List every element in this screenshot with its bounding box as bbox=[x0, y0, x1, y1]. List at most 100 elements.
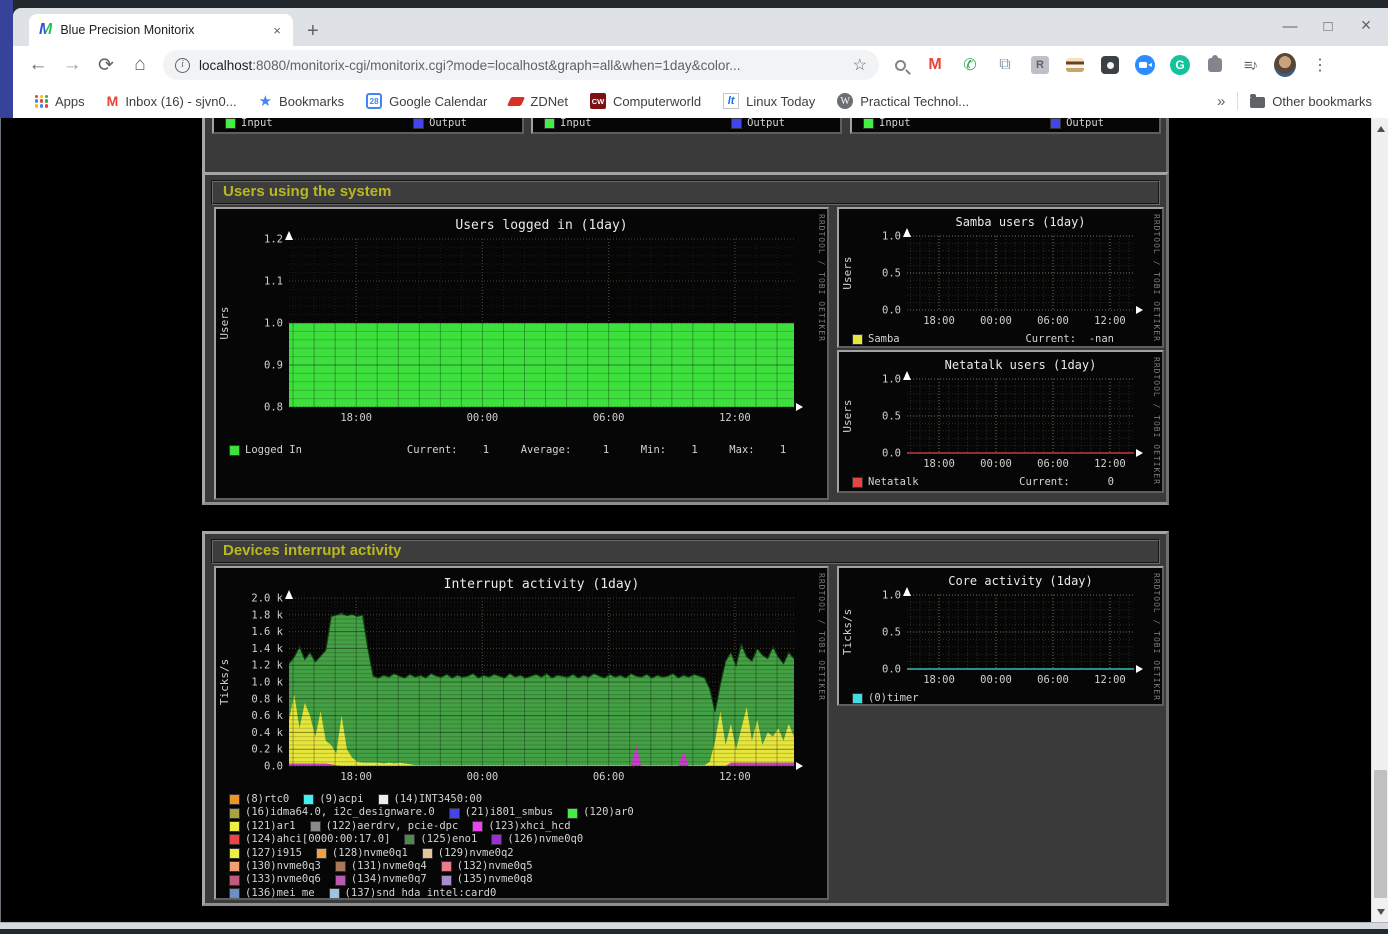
bookmark-apps[interactable]: Apps bbox=[35, 94, 85, 109]
svg-text:18:00: 18:00 bbox=[340, 412, 372, 424]
desktop-background bbox=[0, 0, 13, 120]
svg-text:0.5: 0.5 bbox=[882, 411, 901, 423]
legend-swatch bbox=[379, 795, 388, 804]
svg-text:06:00: 06:00 bbox=[593, 771, 625, 783]
calendar-icon: 28 bbox=[366, 93, 382, 109]
voice-extension-icon[interactable]: ✆ bbox=[959, 54, 981, 76]
extensions-puzzle-icon[interactable] bbox=[1204, 54, 1226, 76]
wordpress-icon: W bbox=[837, 93, 853, 109]
bookmark-star-icon[interactable]: ☆ bbox=[853, 55, 867, 75]
svg-text:0.8 k: 0.8 k bbox=[251, 693, 283, 705]
legend-swatch bbox=[442, 862, 451, 871]
legend-swatch bbox=[230, 795, 239, 804]
linux-today-icon: lt bbox=[723, 93, 739, 109]
svg-text:18:00: 18:00 bbox=[923, 458, 955, 469]
bookmark-bookmarks[interactable]: ★ Bookmarks bbox=[259, 92, 344, 110]
bookmark-google-calendar[interactable]: 28 Google Calendar bbox=[366, 93, 487, 109]
legend-swatch bbox=[442, 876, 451, 885]
netatalk-users-graph: Netatalk users (1day)Users0.00.51.018:00… bbox=[837, 350, 1164, 493]
users-section-title: Users using the system bbox=[211, 180, 1160, 205]
browser-tab[interactable]: M Blue Precision Monitorix × bbox=[29, 14, 293, 46]
bookmarks-overflow-chevron[interactable]: » bbox=[1217, 93, 1225, 110]
keep-extension-icon[interactable] bbox=[1099, 54, 1121, 76]
scrollbar-thumb[interactable] bbox=[1374, 770, 1387, 898]
svg-text:1.0: 1.0 bbox=[882, 231, 901, 243]
profile-avatar[interactable] bbox=[1274, 54, 1296, 76]
window-bottom-edge bbox=[0, 922, 1388, 929]
svg-text:Users: Users bbox=[218, 306, 231, 339]
legend-swatch bbox=[450, 809, 459, 818]
monitorix-favicon: M bbox=[39, 21, 52, 39]
reader-extension-icon[interactable]: R bbox=[1029, 54, 1051, 76]
svg-text:1.0: 1.0 bbox=[882, 590, 901, 602]
legend-swatch bbox=[492, 835, 501, 844]
svg-text:Ticks/s: Ticks/s bbox=[218, 659, 231, 705]
output-swatch bbox=[732, 119, 741, 128]
svg-text:18:00: 18:00 bbox=[923, 315, 955, 326]
zdnet-icon bbox=[507, 97, 525, 106]
bookmark-zdnet[interactable]: ZDNet bbox=[509, 94, 568, 109]
back-icon[interactable]: ← bbox=[21, 54, 55, 76]
grammarly-extension-icon[interactable]: G bbox=[1169, 54, 1191, 76]
svg-text:06:00: 06:00 bbox=[1037, 315, 1069, 326]
svg-text:Users logged in (1day): Users logged in (1day) bbox=[455, 218, 627, 233]
page-scrollbar[interactable] bbox=[1371, 118, 1388, 922]
svg-text:1.0: 1.0 bbox=[882, 374, 901, 386]
smores-extension-icon[interactable] bbox=[1064, 54, 1086, 76]
search-extension-icon[interactable] bbox=[889, 54, 911, 76]
svg-text:06:00: 06:00 bbox=[593, 412, 625, 424]
address-bar[interactable]: i localhost:8080/monitorix-cgi/monitorix… bbox=[163, 50, 879, 80]
bookmark-practical-technology[interactable]: W Practical Technol... bbox=[837, 93, 969, 109]
folder-icon bbox=[1250, 97, 1265, 108]
scroll-up-arrow[interactable] bbox=[1372, 120, 1388, 137]
gmail-extension-icon[interactable]: M bbox=[924, 54, 946, 76]
legend-swatch bbox=[473, 822, 482, 831]
bookmark-computerworld[interactable]: CW Computerworld bbox=[590, 93, 701, 109]
forward-icon[interactable]: → bbox=[55, 54, 89, 76]
browser-menu-icon[interactable]: ⋮ bbox=[1309, 54, 1331, 76]
svg-text:1.2: 1.2 bbox=[264, 234, 283, 246]
window-maximize-button[interactable]: □ bbox=[1320, 18, 1336, 35]
url-text[interactable]: localhost:8080/monitorix-cgi/monitorix.c… bbox=[199, 58, 845, 73]
users-section: Users using the system Users logged in (… bbox=[202, 172, 1169, 505]
rrdtool-watermark: RRDTOOL / TOBI OETIKER bbox=[1152, 573, 1161, 701]
magnifier-icon bbox=[895, 60, 906, 71]
svg-text:2.0 k: 2.0 k bbox=[251, 593, 283, 605]
window-close-button[interactable]: × bbox=[1358, 18, 1374, 35]
svg-text:0.2 k: 0.2 k bbox=[251, 744, 283, 756]
bookmark-inbox[interactable]: M Inbox (16) - sjvn0... bbox=[107, 93, 237, 109]
svg-text:06:00: 06:00 bbox=[1037, 458, 1069, 469]
reload-icon[interactable]: ⟳ bbox=[89, 54, 123, 77]
legend-swatch bbox=[853, 478, 862, 487]
window-minimize-button[interactable]: — bbox=[1282, 18, 1298, 35]
svg-text:0.0: 0.0 bbox=[264, 761, 283, 773]
rrdtool-watermark: RRDTOOL / TOBI OETIKER bbox=[817, 214, 826, 342]
svg-text:1.2 k: 1.2 k bbox=[251, 660, 283, 672]
home-icon[interactable]: ⌂ bbox=[123, 54, 157, 76]
bookmark-linux-today[interactable]: lt Linux Today bbox=[723, 93, 815, 109]
playlist-icon[interactable]: ≡♪ bbox=[1239, 54, 1261, 76]
samba_users-legend: SambaCurrent: -nan bbox=[839, 333, 1162, 346]
svg-text:00:00: 00:00 bbox=[467, 771, 499, 783]
new-tab-button[interactable]: + bbox=[307, 20, 319, 43]
legend-swatch bbox=[230, 849, 239, 858]
scroll-down-arrow[interactable] bbox=[1372, 903, 1388, 920]
svg-text:12:00: 12:00 bbox=[1094, 315, 1126, 326]
svg-text:Netatalk users (1day): Netatalk users (1day) bbox=[945, 358, 1097, 372]
svg-text:06:00: 06:00 bbox=[1037, 674, 1069, 685]
network-graph-panel-3: Input Output bbox=[850, 118, 1161, 134]
svg-text:12:00: 12:00 bbox=[1094, 674, 1126, 685]
legend-swatch bbox=[568, 809, 577, 818]
core_activity-legend: (0)timer bbox=[839, 692, 1162, 705]
computerworld-icon: CW bbox=[590, 93, 606, 109]
svg-text:0.6 k: 0.6 k bbox=[251, 710, 283, 722]
zoom-extension-icon[interactable] bbox=[1134, 54, 1156, 76]
svg-text:12:00: 12:00 bbox=[719, 412, 751, 424]
tab-close-icon[interactable]: × bbox=[269, 21, 285, 40]
svg-text:1.6 k: 1.6 k bbox=[251, 626, 283, 638]
svg-text:00:00: 00:00 bbox=[467, 412, 499, 424]
site-info-icon[interactable]: i bbox=[175, 58, 190, 73]
bookmarks-divider bbox=[1237, 92, 1238, 110]
copy-extension-icon[interactable]: ⧉ bbox=[994, 54, 1016, 76]
other-bookmarks-button[interactable]: Other bookmarks bbox=[1250, 94, 1372, 109]
